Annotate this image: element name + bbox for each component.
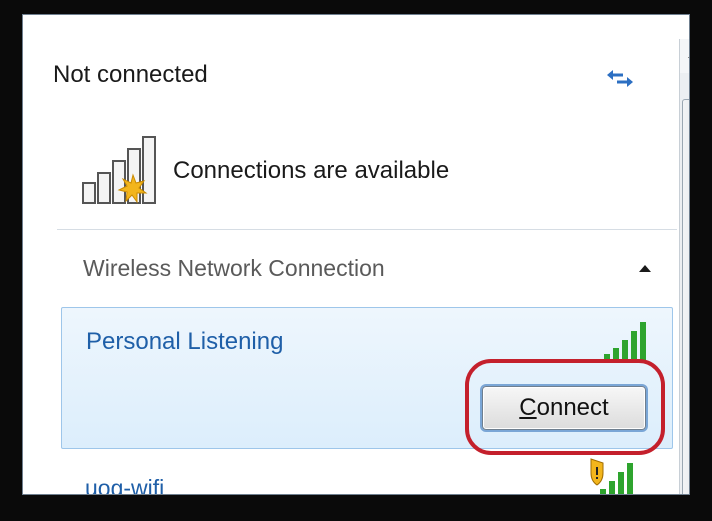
connect-label-rest: onnect [536, 394, 609, 421]
outer-frame-left [0, 0, 22, 521]
section-header-wireless[interactable]: Wireless Network Connection [57, 247, 677, 291]
scroll-thumb[interactable] [682, 99, 690, 494]
connection-status-title: Not connected [53, 61, 208, 88]
outer-frame-top [0, 0, 712, 14]
network-item-uog-wifi[interactable]: uog-wifi [61, 453, 673, 495]
signal-bars-starburst-icon [81, 135, 163, 207]
network-popup-panel: Not connected Connections are available … [22, 14, 690, 495]
grip-line [689, 304, 690, 305]
chevron-up-icon[interactable] [639, 265, 651, 272]
connect-access-key: C [519, 394, 537, 421]
network-name: Personal Listening [86, 328, 284, 355]
refresh-icon[interactable] [605, 67, 635, 89]
grip-line [689, 300, 690, 301]
divider [57, 229, 677, 230]
outer-frame-bottom [0, 495, 712, 521]
network-item-personal-listening[interactable]: Personal Listening Connect [61, 307, 673, 449]
grip-line [689, 296, 690, 297]
connections-available-text: Connections are available [173, 157, 450, 184]
outer-frame-right [690, 0, 712, 521]
scroll-up-button[interactable] [680, 39, 689, 73]
section-title: Wireless Network Connection [83, 255, 385, 281]
vertical-scrollbar[interactable] [679, 39, 690, 494]
connect-button[interactable]: Connect [482, 386, 646, 430]
signal-strength-icon [602, 318, 654, 364]
chevron-up-icon [688, 51, 689, 58]
signal-strength-shield-icon [581, 457, 633, 494]
network-name: uog-wifi [85, 475, 165, 495]
